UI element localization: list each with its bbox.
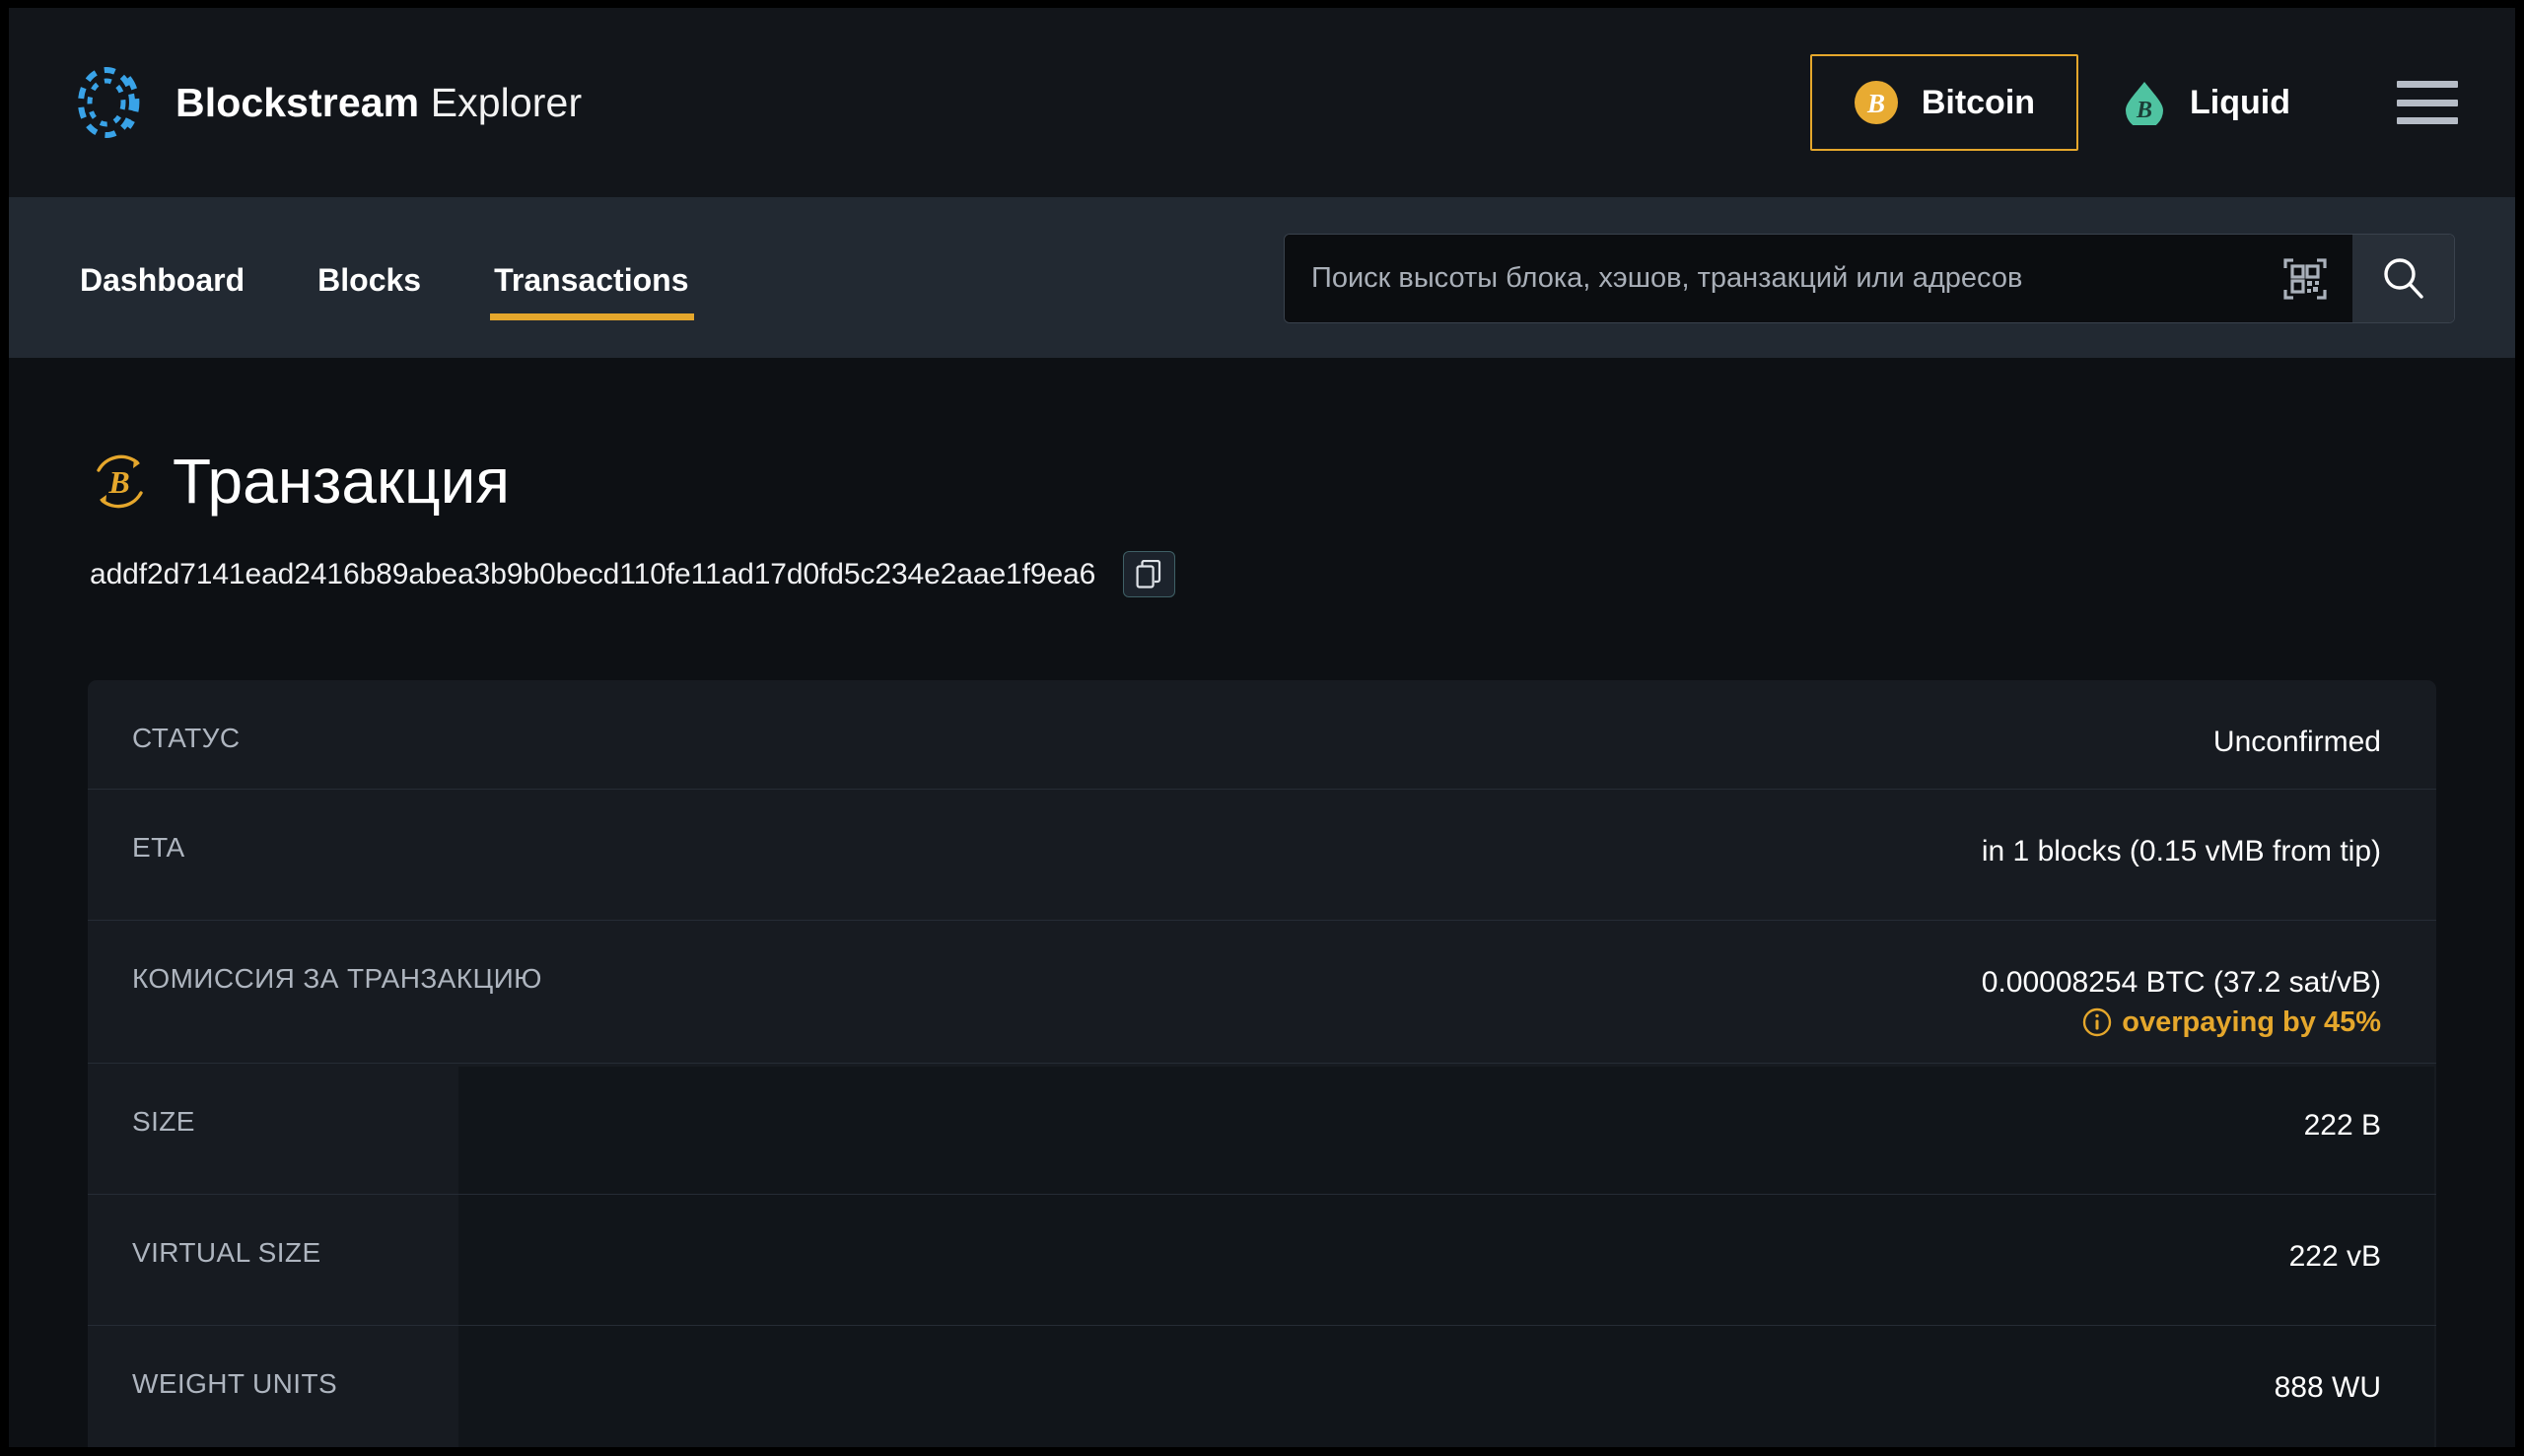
row-label-eta: ETA [132, 832, 185, 863]
page-title-text: Транзакция [173, 446, 511, 517]
search-bar: Поиск высоты блока, хэшов, транзакций ил… [1284, 234, 2455, 323]
fee-overpay-text: overpaying by 45% [2122, 1005, 2381, 1038]
page-root: Blockstream Explorer B Bitcoin B Liquid [0, 0, 2524, 1456]
copy-transaction-id-button[interactable] [1123, 551, 1176, 597]
chain-selector-bitcoin[interactable]: B Bitcoin [1809, 54, 2079, 151]
transaction-details-table: СТАТУС Unconfirmed ETA in 1 blocks (0.15… [88, 680, 2436, 1447]
row-value-fee-group: 0.00008254 BTC (37.2 sat/vB) overpaying … [1982, 921, 2381, 1039]
qr-code-scan-icon[interactable] [2258, 235, 2352, 322]
row-label-weight-units: WEIGHT UNITS [132, 1368, 338, 1399]
svg-text:B: B [107, 464, 129, 500]
blockstream-dashed-ring-logo-icon [73, 62, 148, 143]
chain-label-bitcoin: Bitcoin [1921, 83, 2036, 121]
bitcoin-transaction-icon: B [97, 454, 143, 508]
page-title: B Транзакция [89, 450, 2436, 513]
table-row: VIRTUAL SIZE 222 vB [88, 1195, 2436, 1326]
row-value-fee: 0.00008254 BTC (37.2 sat/vB) [1981, 966, 2381, 999]
row-label-fee: КОМИССИЯ ЗА ТРАНЗАКЦИЮ [132, 963, 542, 994]
brand-name-light: Explorer [430, 79, 583, 125]
nav-link-blocks[interactable]: Blocks [314, 256, 425, 299]
hamburger-menu-icon[interactable] [2397, 81, 2458, 124]
header-actions: B Bitcoin B Liquid [1809, 54, 2476, 151]
transaction-details-card: СТАТУС Unconfirmed ETA in 1 blocks (0.15… [88, 680, 2436, 1447]
chain-label-liquid: Liquid [2190, 83, 2290, 121]
table-row: КОМИССИЯ ЗА ТРАНЗАКЦИЮ 0.00008254 BTC (3… [88, 921, 2436, 1064]
row-value-eta: in 1 blocks (0.15 vMB from tip) [1981, 835, 2381, 867]
hamburger-bar [2397, 117, 2458, 124]
row-label-virtual-size: VIRTUAL SIZE [132, 1237, 321, 1268]
site-header: Blockstream Explorer B Bitcoin B Liquid [9, 8, 2515, 197]
svg-text:B: B [1866, 89, 1885, 118]
row-value-status: Unconfirmed [2212, 726, 2381, 758]
bitcoin-coin-icon: B [1854, 81, 1898, 124]
row-value-virtual-size: 222 vB [2288, 1240, 2381, 1273]
hamburger-bar [2397, 81, 2458, 88]
nav-link-list: Dashboard Blocks Transactions [76, 197, 695, 358]
table-row: WEIGHT UNITS 888 WU [88, 1326, 2436, 1447]
liquid-droplet-icon: B [2126, 82, 2164, 125]
nav-link-transactions[interactable]: Transactions [490, 256, 695, 320]
row-value-size: 222 B [2303, 1109, 2381, 1142]
brand-logo[interactable]: Blockstream Explorer [73, 62, 582, 143]
main-content: B Транзакция addf2d7141ead2416b89abea3b9… [9, 450, 2515, 1447]
info-circle-icon [2083, 1007, 2112, 1037]
row-label-status: СТАТУС [132, 723, 241, 753]
hamburger-bar [2397, 99, 2458, 106]
brand-name-bold: Blockstream [175, 79, 420, 125]
table-row: SIZE 222 B [88, 1064, 2436, 1195]
transaction-id[interactable]: addf2d7141ead2416b89abea3b9b0becd110fe11… [90, 558, 1095, 591]
search-placeholder-text: Поиск высоты блока, хэшов, транзакций ил… [1311, 262, 2023, 294]
primary-navigation: Dashboard Blocks Transactions Поиск высо… [9, 197, 2515, 358]
nav-link-dashboard[interactable]: Dashboard [76, 256, 248, 299]
magnifier-search-icon [2384, 258, 2423, 299]
svg-text:B: B [2136, 98, 2152, 123]
table-row: ETA in 1 blocks (0.15 vMB from tip) [88, 790, 2436, 921]
search-input[interactable]: Поиск высоты блока, хэшов, транзакций ил… [1285, 235, 2258, 322]
row-label-size: SIZE [132, 1106, 195, 1137]
table-row: СТАТУС Unconfirmed [88, 680, 2436, 790]
chain-selector-liquid[interactable]: B Liquid [2078, 54, 2334, 151]
brand-wordmark: Blockstream Explorer [175, 80, 582, 126]
copy-to-clipboard-icon [1136, 560, 1161, 589]
row-value-weight-units: 888 WU [2274, 1371, 2381, 1404]
search-submit-button[interactable] [2352, 235, 2454, 322]
transaction-id-row: addf2d7141ead2416b89abea3b9b0becd110fe11… [90, 551, 2436, 597]
fee-overpay-note: overpaying by 45% [1982, 1006, 2381, 1039]
